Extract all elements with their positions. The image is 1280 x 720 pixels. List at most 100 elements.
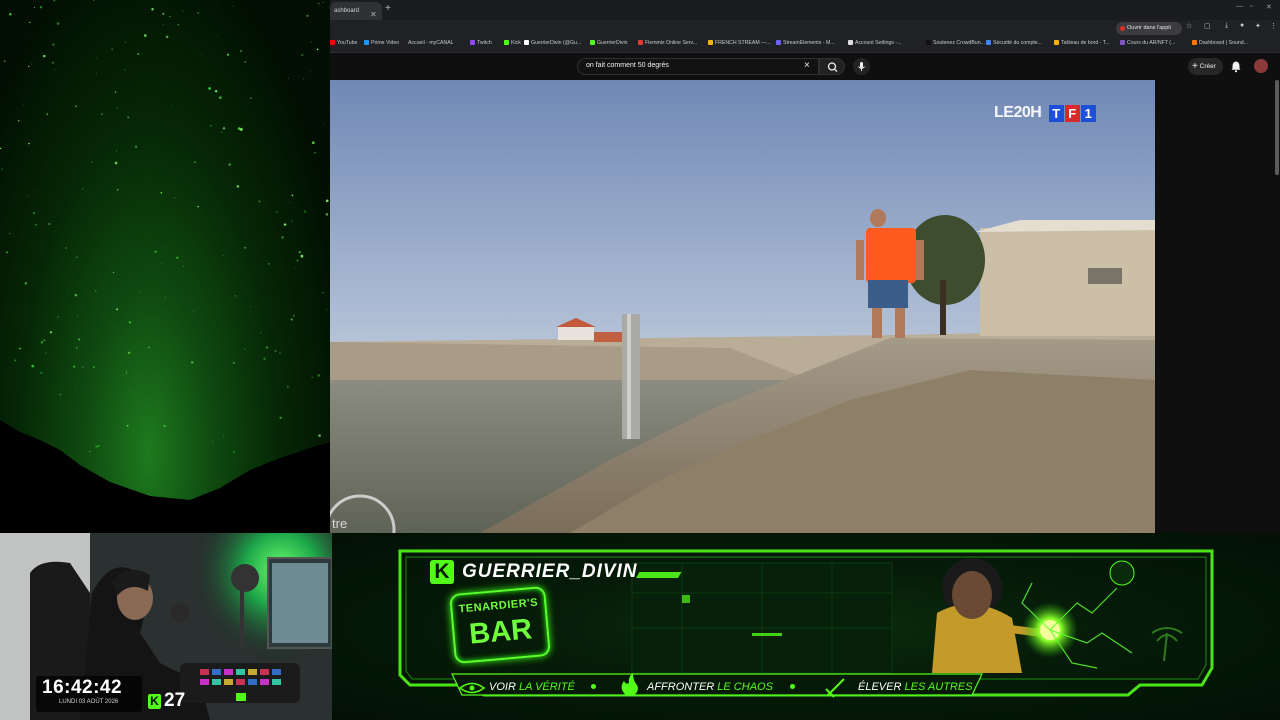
extension-icon[interactable]: ▢ [1204, 22, 1211, 30]
bookmark-item[interactable]: Prime Video [364, 40, 399, 46]
bookmark-item[interactable]: GuerrierDivin [590, 40, 628, 46]
voice-search-button[interactable] [853, 58, 870, 75]
star [279, 416, 282, 419]
star [128, 321, 132, 324]
star [101, 288, 103, 290]
tab-close-icon[interactable]: ✕ [370, 6, 377, 20]
star [324, 124, 325, 125]
star [236, 185, 240, 188]
bookmark-item[interactable]: Twitch [470, 40, 492, 46]
star [326, 309, 328, 311]
browser-tab-active[interactable]: ashboard ✕ [330, 2, 382, 20]
bookmark-item[interactable]: Cours du AR/NFT (... [1120, 40, 1175, 46]
bookmark-item[interactable]: Accueil - myCANAL [401, 40, 454, 46]
page-scrollbar[interactable] [1275, 80, 1279, 175]
bookmark-item[interactable]: Soutenez CrowdBun... [926, 40, 985, 46]
bookmark-favicon-icon [1054, 40, 1059, 45]
new-tab-icon[interactable]: + [385, 3, 391, 14]
video-player[interactable]: LE20H T F 1 tre [330, 80, 1155, 533]
search-button[interactable] [819, 58, 845, 75]
bookmark-label: Accueil - myCANAL [408, 40, 454, 46]
keyboard-key [236, 669, 245, 675]
bookmark-item[interactable]: StreamElements - M... [776, 40, 835, 46]
create-button[interactable]: + Créer [1188, 58, 1223, 75]
star [316, 48, 319, 51]
kick-viewer-count: K 27 [148, 690, 185, 712]
bookmark-item[interactable]: Account Settings -... [848, 40, 901, 46]
extension-puzzle-icon[interactable]: ✦ [1255, 22, 1261, 30]
star [222, 254, 224, 257]
star [138, 291, 140, 294]
star [290, 318, 293, 321]
search-icon [827, 62, 838, 73]
star [222, 436, 224, 438]
bookmark-item[interactable]: YouTube [330, 40, 357, 46]
bookmark-star-icon[interactable]: ☆ [1186, 22, 1192, 30]
star [164, 296, 166, 298]
star [283, 223, 287, 226]
tab-title: ashboard [334, 8, 360, 14]
star [75, 389, 77, 391]
bookmark-label: Dashboard | Sound... [1199, 40, 1248, 46]
star [169, 15, 171, 18]
bookmark-label: YouTube [337, 40, 358, 46]
star [76, 347, 78, 349]
bookmark-favicon-icon [401, 40, 406, 45]
star [250, 97, 252, 99]
motto-separator [790, 684, 795, 689]
address-bar-row: Ouvrir dans l'appli ☆ ▢ ⤓ ● ✦ ⋮ [330, 20, 1280, 37]
bookmark-favicon-icon [776, 40, 781, 45]
tab-strip: ashboard ✕ + — ▫ ✕ [330, 0, 1280, 20]
star [167, 463, 169, 465]
maximize-icon[interactable]: ▫ [1250, 3, 1252, 10]
bookmark-label: FRENCH STREAM —... [715, 40, 771, 46]
star [95, 445, 98, 448]
star [27, 65, 30, 68]
bookmark-favicon-icon [638, 40, 643, 45]
star [151, 406, 153, 408]
star [215, 3, 217, 4]
bookmark-label: Account Settings -... [855, 40, 902, 46]
bookmark-item[interactable]: Flemmix Online Serv... [638, 40, 697, 46]
star [201, 55, 203, 57]
star [124, 69, 126, 71]
star [221, 131, 223, 133]
star [268, 263, 270, 265]
tenardiers-bar-sign: TENARDIER'S BAR [449, 585, 551, 665]
star [74, 293, 78, 297]
recommendations-sidebar [1155, 80, 1280, 533]
star [127, 116, 129, 118]
window-close-icon[interactable]: ✕ [1266, 3, 1272, 11]
star [116, 308, 119, 311]
bookmark-item[interactable]: GuerrierDivin (@Gu... [524, 40, 581, 46]
profile-icon[interactable]: ● [1240, 22, 1244, 29]
star [197, 12, 200, 15]
star [19, 347, 21, 350]
notifications-bell-icon[interactable] [1230, 60, 1242, 73]
download-icon[interactable]: ⤓ [1225, 22, 1228, 30]
star [24, 282, 28, 285]
bookmark-item[interactable]: Kick [504, 40, 521, 46]
bookmark-item[interactable]: Sécurité du compte... [986, 40, 1042, 46]
star [309, 70, 312, 72]
star [111, 326, 113, 328]
clear-search-icon[interactable]: × [804, 60, 810, 71]
motto-separator [591, 684, 596, 689]
bookmark-item[interactable]: Dashboard | Sound... [1192, 40, 1248, 46]
keyboard-key [248, 679, 257, 685]
star [75, 105, 77, 107]
bookmark-favicon-icon [524, 40, 529, 45]
menu-dots-icon[interactable]: ⋮ [1270, 22, 1277, 30]
account-avatar[interactable] [1254, 59, 1268, 73]
bookmark-item[interactable]: Tableau de bord - T... [1054, 40, 1110, 46]
bookmark-favicon-icon [590, 40, 595, 45]
minimize-icon[interactable]: — [1236, 3, 1243, 10]
bookmark-label: StreamElements - M... [783, 40, 835, 46]
open-in-app-button[interactable]: Ouvrir dans l'appli [1116, 22, 1182, 35]
star [81, 226, 83, 228]
search-input[interactable]: on fait comment 50 degrés × [577, 58, 819, 75]
star [5, 251, 9, 254]
bookmark-item[interactable]: FRENCH STREAM —... [708, 40, 771, 46]
star [303, 78, 305, 80]
star [177, 23, 180, 26]
